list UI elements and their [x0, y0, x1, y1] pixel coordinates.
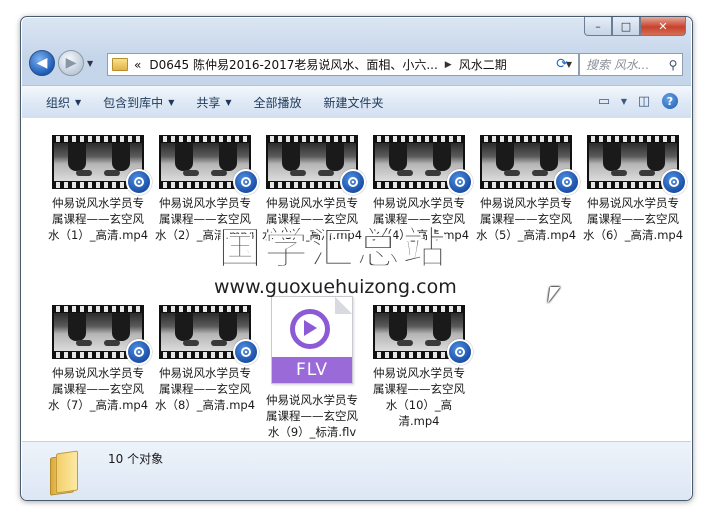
watermark-title: 国学汇总站	[218, 223, 448, 275]
back-button[interactable]: ◀	[29, 50, 55, 76]
media-player-icon	[126, 339, 152, 365]
breadcrumb-item-current[interactable]: 风水二期	[459, 56, 507, 73]
command-bar: 组织 ▼ 包含到库中 ▼ 共享 ▼ 全部播放 新建文件夹 ▭ ▼ ◫ ?	[22, 85, 691, 119]
file-name: 仲易说风水学员专属课程——玄空风水（6）_高清.mp4	[582, 196, 684, 242]
help-button[interactable]: ?	[657, 89, 683, 113]
search-icon[interactable]: ⚲	[664, 58, 682, 72]
video-thumbnail	[159, 305, 259, 365]
video-thumbnail	[587, 135, 687, 195]
media-player-icon	[126, 169, 152, 195]
video-thumbnail	[159, 135, 259, 195]
caption-buttons: – □ ✕	[584, 17, 686, 36]
file-item[interactable]: 仲易说风水学员专属课程——玄空风水（5）_高清.mp4	[473, 126, 580, 243]
chevron-down-icon: ▼	[168, 97, 175, 107]
file-name: 仲易说风水学员专属课程——玄空风水（9）_标清.flv	[266, 393, 358, 439]
media-player-icon	[340, 169, 366, 195]
media-player-icon	[447, 169, 473, 195]
file-name: 仲易说风水学员专属课程——玄空风水（5）_高清.mp4	[475, 196, 577, 242]
toolbar-right: ▭ ▼ ◫ ?	[591, 89, 683, 113]
media-player-icon	[661, 169, 687, 195]
media-player-icon	[554, 169, 580, 195]
navigation-buttons: ◀ ▶ ▼	[29, 50, 93, 76]
view-dropdown-icon[interactable]: ▼	[617, 89, 631, 113]
search-placeholder: 搜索 风水...	[586, 58, 650, 72]
watermark-url: www.guoxuehuizong.com	[214, 276, 457, 298]
video-reel-icon	[290, 309, 330, 349]
media-player-icon	[233, 169, 259, 195]
search-input[interactable]: 搜索 风水... ⚲	[579, 53, 683, 76]
flv-file-icon: FLV	[271, 296, 353, 384]
media-player-icon	[233, 339, 259, 365]
new-folder-button[interactable]: 新建文件夹	[313, 89, 395, 115]
video-thumbnail	[373, 305, 473, 365]
folder-icon	[50, 450, 78, 496]
help-icon: ?	[662, 93, 678, 109]
file-item[interactable]: 仲易说风水学员专属课程——玄空风水（6）_高清.mp4	[580, 126, 687, 243]
file-item[interactable]: 仲易说风水学员专属课程——玄空风水（8）_高清.mp4	[152, 296, 259, 413]
include-in-library-button[interactable]: 包含到库中 ▼	[92, 89, 185, 115]
chevron-down-icon: ▼	[225, 97, 232, 107]
file-item[interactable]: FLV 仲易说风水学员专属课程——玄空风水（9）_标清.flv	[259, 296, 365, 440]
breadcrumb-item-parent[interactable]: D0645 陈仲易2016-2017老易说风水、面相、小六...	[149, 56, 437, 73]
maximize-button[interactable]: □	[612, 17, 640, 36]
file-name: 仲易说风水学员专属课程——玄空风水（10）_高清.mp4	[373, 366, 465, 428]
include-in-library-label: 包含到库中	[103, 95, 164, 110]
folder-icon	[112, 58, 128, 71]
new-folder-label: 新建文件夹	[323, 95, 384, 110]
video-thumbnail	[52, 135, 152, 195]
view-options-icon[interactable]: ▭	[591, 89, 617, 113]
play-all-label: 全部播放	[253, 95, 302, 110]
video-thumbnail	[480, 135, 580, 195]
breadcrumb-overflow[interactable]: «	[134, 58, 141, 72]
share-label: 共享	[196, 95, 221, 110]
organize-label: 组织	[46, 95, 71, 110]
organize-button[interactable]: 组织 ▼	[22, 89, 92, 115]
preview-pane-icon[interactable]: ◫	[631, 89, 657, 113]
media-player-icon	[447, 339, 473, 365]
forward-button[interactable]: ▶	[58, 50, 84, 76]
close-button[interactable]: ✕	[640, 17, 686, 36]
minimize-button[interactable]: –	[584, 17, 612, 36]
refresh-icon[interactable]: ⟳	[551, 53, 573, 74]
breadcrumb-separator-icon[interactable]: ▶	[445, 60, 452, 70]
details-pane: 10 个对象	[22, 441, 691, 500]
file-name: 仲易说风水学员专属课程——玄空风水（1）_高清.mp4	[47, 196, 149, 242]
file-type-badge: FLV	[272, 357, 352, 383]
file-item[interactable]: 仲易说风水学员专属课程——玄空风水（7）_高清.mp4	[45, 296, 152, 413]
file-name: 仲易说风水学员专属课程——玄空风水（8）_高清.mp4	[154, 366, 256, 412]
file-item[interactable]: 仲易说风水学员专属课程——玄空风水（1）_高清.mp4	[45, 126, 152, 243]
video-thumbnail	[266, 135, 366, 195]
share-button[interactable]: 共享 ▼	[185, 89, 242, 115]
play-all-button[interactable]: 全部播放	[243, 89, 313, 115]
item-count: 10 个对象	[108, 452, 164, 466]
video-thumbnail	[373, 135, 473, 195]
recent-pages-dropdown[interactable]: ▼	[87, 59, 93, 68]
video-thumbnail	[52, 305, 152, 365]
file-name: 仲易说风水学员专属课程——玄空风水（7）_高清.mp4	[47, 366, 149, 412]
address-bar[interactable]: « D0645 陈仲易2016-2017老易说风水、面相、小六... ▶ 风水二…	[107, 53, 579, 76]
chevron-down-icon: ▼	[75, 97, 82, 107]
file-item[interactable]: 仲易说风水学员专属课程——玄空风水（10）_高清.mp4	[366, 296, 473, 429]
